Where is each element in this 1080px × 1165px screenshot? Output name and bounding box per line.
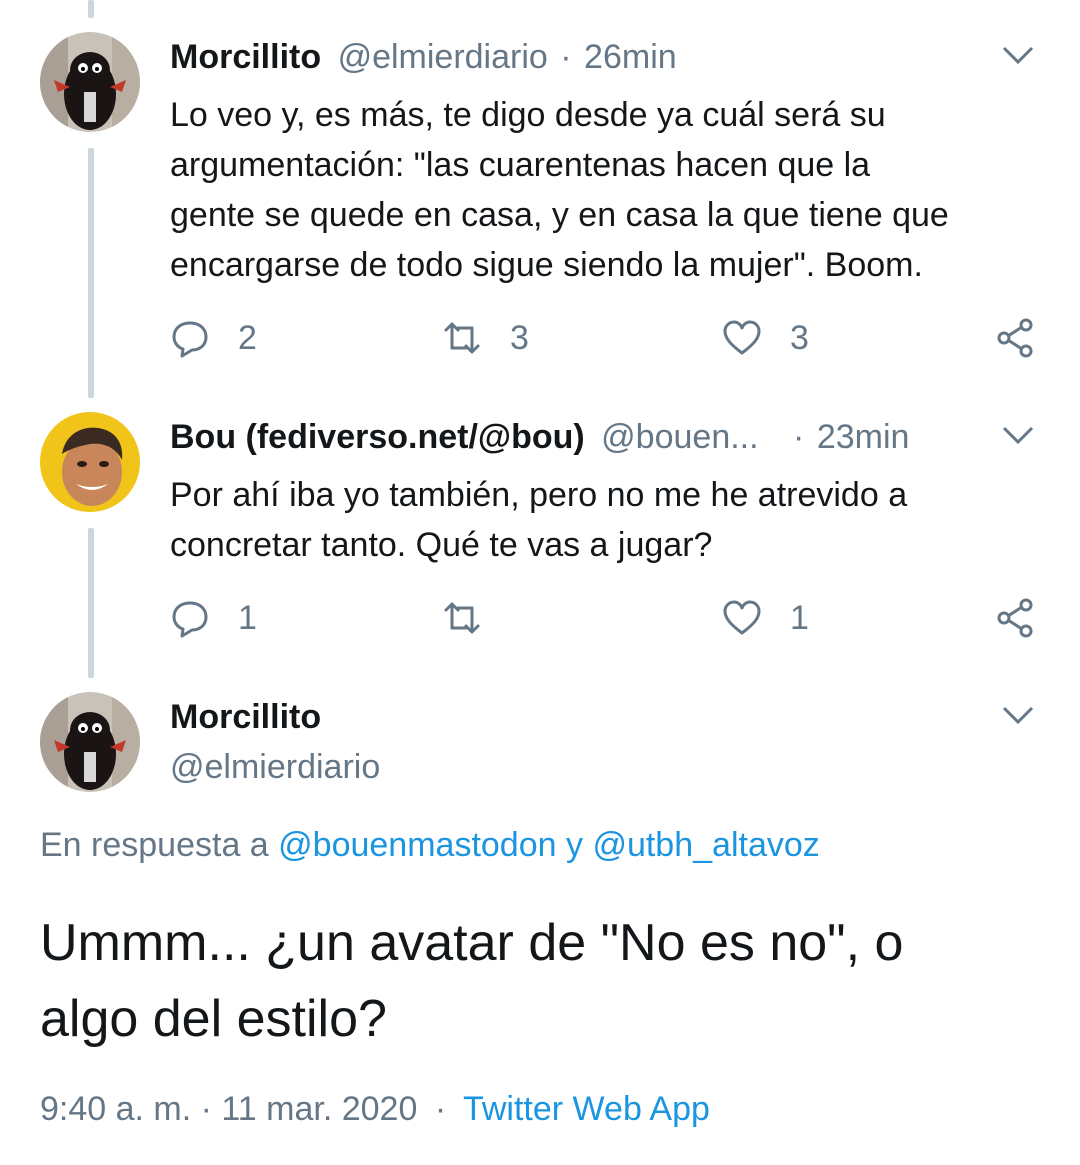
timestamp[interactable]: 9:40 a. m. · 11 mar. 2020	[40, 1090, 417, 1128]
main-tweet-line: algo del estilo?	[40, 990, 387, 1048]
reply-count: 2	[238, 318, 257, 357]
retweet-button[interactable]	[442, 596, 510, 640]
retweet-icon	[444, 322, 480, 354]
heart-icon	[723, 320, 761, 355]
share-icon	[997, 318, 1033, 358]
reply-button[interactable]: 2	[170, 316, 257, 360]
tweet-1-header: Morcillito @elmierdiario · 26min	[170, 38, 677, 77]
reply-button[interactable]: 1	[170, 596, 257, 640]
main-tweet-line: Ummm... ¿un avatar de "No es no", o	[40, 914, 904, 972]
tweet-2-separator: ·	[793, 418, 805, 456]
like-count: 3	[790, 318, 809, 357]
reply-prefix: En respuesta a	[40, 826, 269, 864]
avatar-morcillito[interactable]	[40, 32, 140, 132]
source-app-link[interactable]: Twitter Web App	[463, 1090, 710, 1128]
thread-line-1	[88, 148, 94, 398]
tweet-1-text: Lo veo y, es más, te digo desde ya cuál …	[170, 90, 1050, 290]
tweet-1-line: argumentación: "las cuarentenas hacen qu…	[170, 146, 871, 184]
like-button[interactable]: 3	[722, 316, 809, 360]
tweet-2-handle[interactable]: @bouen...	[601, 418, 758, 456]
share-button[interactable]	[996, 596, 1036, 640]
tweet-meta: 9:40 a. m. · 11 mar. 2020 · Twitter Web …	[40, 1090, 710, 1129]
tweet-1-time[interactable]: 26min	[584, 38, 677, 76]
reply-icon	[172, 321, 208, 358]
meta-separator: ·	[434, 1090, 447, 1128]
chevron-down-icon[interactable]	[1001, 704, 1035, 726]
reply-icon	[172, 601, 208, 638]
tweet-1-separator: ·	[560, 38, 572, 76]
reply-count: 1	[238, 598, 257, 637]
like-count: 1	[790, 598, 809, 637]
avatar-bou[interactable]	[40, 412, 140, 512]
tweet-1-handle[interactable]: @elmierdiario	[338, 38, 548, 76]
tweet-2-actions: 1 1	[170, 596, 1040, 640]
like-button[interactable]: 1	[722, 596, 809, 640]
retweet-button[interactable]: 3	[442, 316, 529, 360]
tweet-1-line: Lo veo y, es más, te digo desde ya cuál …	[170, 96, 886, 134]
mention-link[interactable]: @bouenmastodon	[278, 826, 556, 864]
reply-conjunction: y	[565, 826, 583, 864]
heart-icon	[723, 600, 761, 635]
thread-line-top	[88, 0, 94, 18]
thread-line-2	[88, 528, 94, 678]
retweet-count: 3	[510, 318, 529, 357]
main-tweet-text: Ummm... ¿un avatar de "No es no", o algo…	[40, 905, 1040, 1057]
share-icon	[997, 598, 1033, 638]
chevron-down-icon[interactable]	[1001, 424, 1035, 446]
tweet-2-line: concretar tanto. Qué te vas a jugar?	[170, 526, 713, 564]
retweet-icon	[444, 602, 480, 634]
tweet-1-name[interactable]: Morcillito	[170, 38, 321, 76]
mention-link[interactable]: @utbh_altavoz	[592, 826, 819, 864]
chevron-down-icon[interactable]	[1001, 44, 1035, 66]
tweet-2-header: Bou (fediverso.net/@bou) @bouen... · 23m…	[170, 418, 909, 457]
avatar-morcillito-main[interactable]	[40, 692, 140, 792]
main-tweet-handle[interactable]: @elmierdiario	[170, 748, 380, 787]
tweet-1-line: gente se quede en casa, y en casa la que…	[170, 196, 949, 234]
tweet-2-text: Por ahí iba yo también, pero no me he at…	[170, 470, 1050, 570]
tweet-2-name[interactable]: Bou (fediverso.net/@bou)	[170, 418, 585, 456]
tweet-2-line: Por ahí iba yo también, pero no me he at…	[170, 476, 908, 514]
main-tweet-name[interactable]: Morcillito	[170, 698, 321, 737]
tweet-1-actions: 2 3 3	[170, 316, 1040, 360]
tweet-1-line: encargarse de todo sigue siendo la mujer…	[170, 246, 923, 284]
tweet-2-time[interactable]: 23min	[817, 418, 910, 456]
reply-context: En respuesta a @bouenmastodon y @utbh_al…	[40, 826, 820, 865]
share-button[interactable]	[996, 316, 1036, 360]
